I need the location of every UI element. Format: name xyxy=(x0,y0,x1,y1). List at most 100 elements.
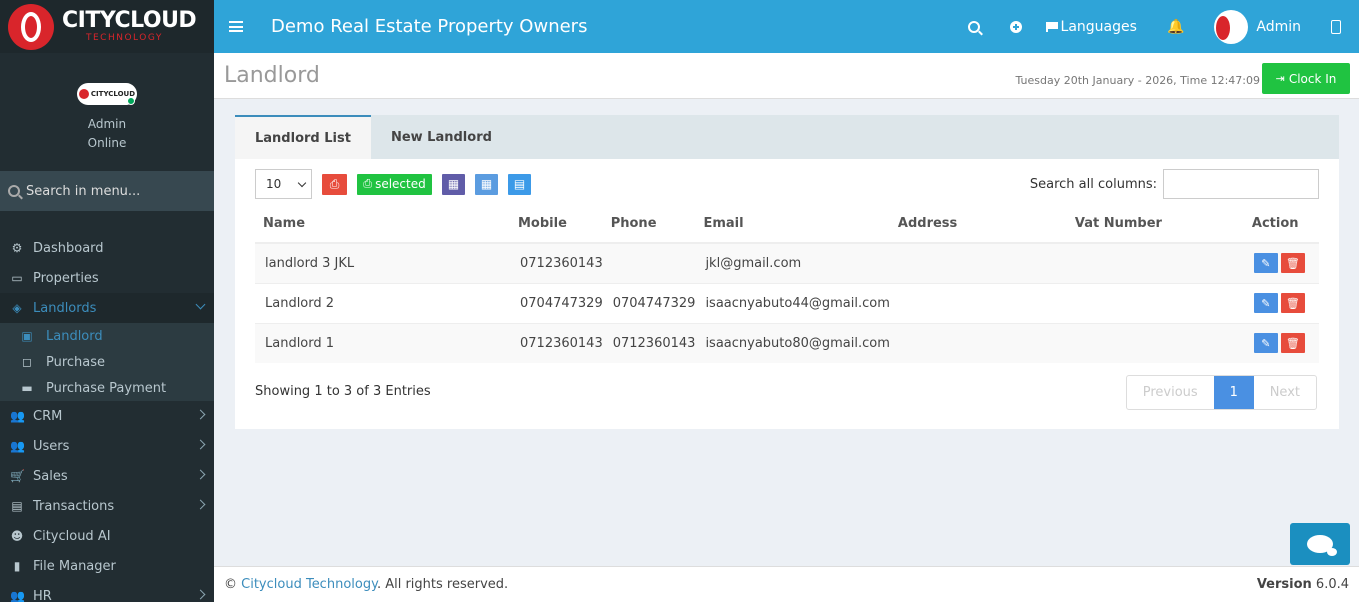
search-all-input[interactable] xyxy=(1163,169,1319,199)
sidebar-item-users[interactable]: 👥 Users xyxy=(0,431,214,461)
cell-email: isaacnyabuto80@gmail.com xyxy=(695,322,890,363)
hamburger-menu-icon[interactable] xyxy=(229,21,243,32)
clock-in-button[interactable]: ⇥ Clock In xyxy=(1262,63,1350,94)
sidebar-subitem-landlord[interactable]: ▣ Landlord xyxy=(0,323,214,349)
languages-label: Languages xyxy=(1060,18,1137,35)
sidebar-item-label: HR xyxy=(33,588,52,602)
sidebar-search-input[interactable]: Search in menu... xyxy=(0,171,214,211)
user-status: Online xyxy=(87,136,127,150)
add-circle-icon[interactable] xyxy=(1009,20,1022,33)
column-header-mobile[interactable]: Mobile xyxy=(510,204,603,244)
edit-button[interactable]: ✎ xyxy=(1253,293,1278,313)
export-excel-button[interactable]: ▦ xyxy=(442,173,465,195)
sidebar-item-transactions[interactable]: ▤ Transactions xyxy=(0,491,214,521)
sidebar-item-crm[interactable]: 👥 CRM xyxy=(0,401,214,431)
page-title: Landlord xyxy=(224,63,320,88)
admin-menu-button[interactable]: Admin xyxy=(1256,19,1301,35)
sidebar-item-label: Purchase xyxy=(46,354,106,370)
chevron-down-icon xyxy=(297,178,307,188)
footer-rights: . All rights reserved. xyxy=(376,577,509,592)
logo-sub: TECHNOLOGY xyxy=(86,33,163,43)
csv-file-icon: ▦ xyxy=(480,177,493,191)
page-size-select[interactable]: 10 xyxy=(255,169,312,199)
sidebar-item-label: Transactions xyxy=(33,498,115,514)
document-icon: ▤ xyxy=(11,499,23,513)
sidebar-item-label: Citycloud AI xyxy=(33,528,111,544)
sidebar-item-landlords[interactable]: ◈ Landlords xyxy=(0,293,214,323)
users-icon: 👥 xyxy=(10,589,25,602)
print-button[interactable]: ⎙ xyxy=(322,173,347,195)
sign-in-icon: ⇥ xyxy=(1275,72,1285,85)
print-selected-button[interactable]: ⎙ selected xyxy=(357,173,432,195)
sidebar-item-label: Landlord xyxy=(46,328,103,344)
chat-button[interactable] xyxy=(1290,523,1350,565)
print-icon: ⎙ xyxy=(329,176,340,191)
table-row: landlord 3 JKL 0712360143 jkl@gmail.com … xyxy=(255,242,1319,283)
tab-new-landlord[interactable]: New Landlord xyxy=(371,115,512,159)
sidebar-item-properties[interactable]: ▭ Properties xyxy=(0,263,214,293)
column-header-email[interactable]: Email xyxy=(695,204,890,244)
tab-bar: Landlord List New Landlord xyxy=(235,115,1339,159)
robot-icon: ☻ xyxy=(10,529,24,543)
column-header-name[interactable]: Name xyxy=(255,204,510,244)
print-icon: ⎙ xyxy=(363,177,373,190)
entries-info: Showing 1 to 3 of 3 Entries xyxy=(255,384,431,399)
chevron-right-icon xyxy=(195,439,206,450)
pagination: Previous 1 Next xyxy=(1125,375,1317,410)
languages-button[interactable]: Languages xyxy=(1045,18,1137,35)
delete-button[interactable]: 🗑 xyxy=(1280,253,1305,274)
control-sidebar-icon[interactable] xyxy=(1331,19,1341,34)
edit-button[interactable]: ✎ xyxy=(1253,253,1278,274)
edit-icon: ✎ xyxy=(1261,296,1271,310)
column-header-vat-number[interactable]: Vat Number xyxy=(1066,204,1244,244)
sidebar-subitem-purchase-payment[interactable]: ▬ Purchase Payment xyxy=(0,375,214,401)
table-toolbar: 10 ⎙ ⎙ selected ▦ ▦ ▤ xyxy=(255,169,531,199)
sidebar-item-hr[interactable]: 👥 HR xyxy=(0,581,214,602)
edit-button[interactable]: ✎ xyxy=(1253,333,1278,354)
sidebar-item-dashboard[interactable]: ⚙ Dashboard xyxy=(0,233,214,263)
tab-landlord-list[interactable]: Landlord List xyxy=(235,115,371,159)
chevron-right-icon xyxy=(195,409,206,420)
export-csv-button[interactable]: ▦ xyxy=(475,173,498,195)
sidebar-item-label: CRM xyxy=(33,408,63,424)
copyright-symbol: © xyxy=(224,577,237,592)
column-header-address[interactable]: Address xyxy=(889,204,1067,244)
export-pdf-button[interactable]: ▤ xyxy=(508,173,531,195)
sidebar-item-label: Sales xyxy=(33,468,68,484)
next-page-button[interactable]: Next xyxy=(1254,376,1316,409)
column-header-action: Action xyxy=(1243,204,1319,244)
avatar[interactable] xyxy=(1214,9,1249,44)
user-panel: CITYCLOUD Admin Online xyxy=(0,53,214,171)
sidebar-item-file-manager[interactable]: ▮ File Manager xyxy=(0,551,214,581)
print-selected-label: selected xyxy=(375,177,426,191)
page-1-button[interactable]: 1 xyxy=(1213,376,1254,409)
users-icon: 👥 xyxy=(10,439,25,453)
datetime-text: Tuesday 20th January - 2026, Time 12:47:… xyxy=(1015,74,1261,87)
bell-icon[interactable]: 🔔 xyxy=(1167,19,1184,35)
users-icon: 👥 xyxy=(10,409,25,423)
footer-brand-link[interactable]: Citycloud Technology xyxy=(241,577,377,592)
brand-logo[interactable]: CITYCLOUD TECHNOLOGY xyxy=(0,0,214,53)
search-icon xyxy=(8,185,20,197)
avatar: CITYCLOUD xyxy=(77,83,137,105)
footer: © Citycloud Technology. All rights reser… xyxy=(214,566,1359,602)
folder-open-icon: ▭ xyxy=(11,271,23,285)
landlord-box: Landlord List New Landlord 10 ⎙ ⎙ select… xyxy=(235,115,1339,429)
user-name: Admin xyxy=(87,117,127,131)
delete-button[interactable]: 🗑 xyxy=(1280,333,1305,354)
sidebar-menu: ⚙ Dashboard ▭ Properties ◈ Landlords xyxy=(0,233,214,323)
previous-page-button[interactable]: Previous xyxy=(1127,376,1214,409)
cell-address xyxy=(889,242,1067,283)
sidebar-item-citycloud-ai[interactable]: ☻ Citycloud AI xyxy=(0,521,214,551)
sidebar-menu-rest: 👥 CRM 👥 Users 🛒 Sales ▤ Transactions ☻ C… xyxy=(0,401,214,602)
sidebar-item-label: Users xyxy=(33,438,70,454)
money-icon: ▬ xyxy=(21,381,33,395)
app-title: Demo Real Estate Property Owners xyxy=(271,16,588,37)
column-header-phone[interactable]: Phone xyxy=(602,204,696,244)
search-icon[interactable] xyxy=(967,20,980,33)
sidebar-subitem-purchase[interactable]: ◻ Purchase xyxy=(0,349,214,375)
cell-name: Landlord 2 xyxy=(255,282,510,323)
sidebar-item-sales[interactable]: 🛒 Sales xyxy=(0,461,214,491)
cell-address xyxy=(889,282,1067,323)
delete-button[interactable]: 🗑 xyxy=(1280,293,1305,313)
